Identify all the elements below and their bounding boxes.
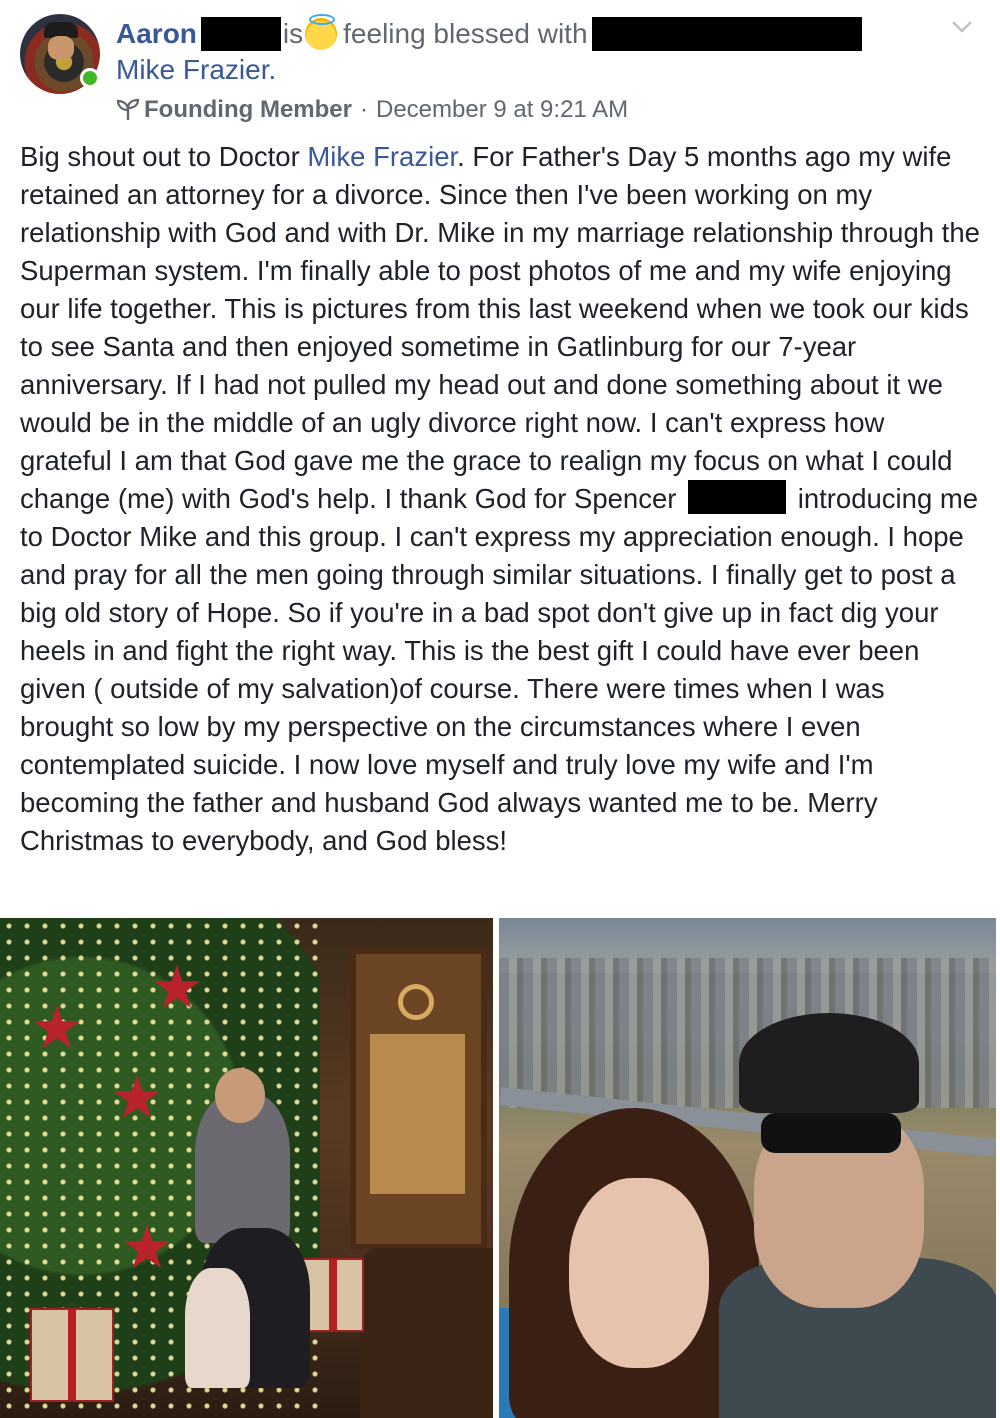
founding-member-badge[interactable]: Founding Member [144,96,352,124]
leather-chair [360,1248,493,1418]
post-body-text: Big shout out to Doctor Mike Frazier. Fo… [20,138,982,860]
body-text-part1: Big shout out to Doctor [20,141,308,172]
family-christmas-tree-photo[interactable]: ★ ★ ★ ★ [0,918,493,1418]
post-header-line: Aaron is feeling blessed with [116,14,862,54]
daughter-figure [185,1268,250,1388]
star-ornament-icon: ★ [110,1064,164,1131]
wooden-door [350,948,487,1250]
sunglasses [761,1113,901,1153]
sprout-icon [116,98,140,120]
redacted-surname [200,17,281,51]
door-glass [370,1034,465,1194]
post-timestamp-link[interactable]: December 9 at 9:21 AM [376,96,628,124]
body-text-part3: introducing me to Doctor Mike and this g… [20,483,979,856]
feeling-text: feeling blessed with [343,18,588,49]
mention-link[interactable]: Mike Frazier [307,141,457,172]
gift-box [30,1308,114,1402]
redacted-tagged-name [591,17,862,51]
meta-separator: · [359,96,368,123]
group-post: Aaron is feeling blessed with Mike Frazi… [0,0,1000,1418]
tagged-person-link[interactable]: Mike Frazier. [116,54,276,86]
author-name-link[interactable]: Aaron [116,18,197,50]
smiling-face-with-halo-icon [305,14,338,50]
father-face [215,1068,265,1123]
body-text-part2: . For Father's Day 5 months ago my wife … [20,141,980,514]
is-text: is [282,18,304,49]
chevron-down-icon[interactable] [950,18,974,36]
star-ornament-icon: ★ [120,1214,174,1281]
couple-selfie-photo[interactable] [499,918,996,1418]
star-ornament-icon: ★ [30,994,84,1061]
redacted-mention [688,480,787,514]
online-status-indicator [80,68,100,88]
avatar-face [48,36,74,60]
star-ornament-icon: ★ [150,954,204,1021]
post-meta: Founding Member · December 9 at 9:21 AM [116,96,628,124]
woman-face [569,1178,709,1368]
man-cap [739,1013,919,1113]
door-window-circle [398,984,434,1020]
